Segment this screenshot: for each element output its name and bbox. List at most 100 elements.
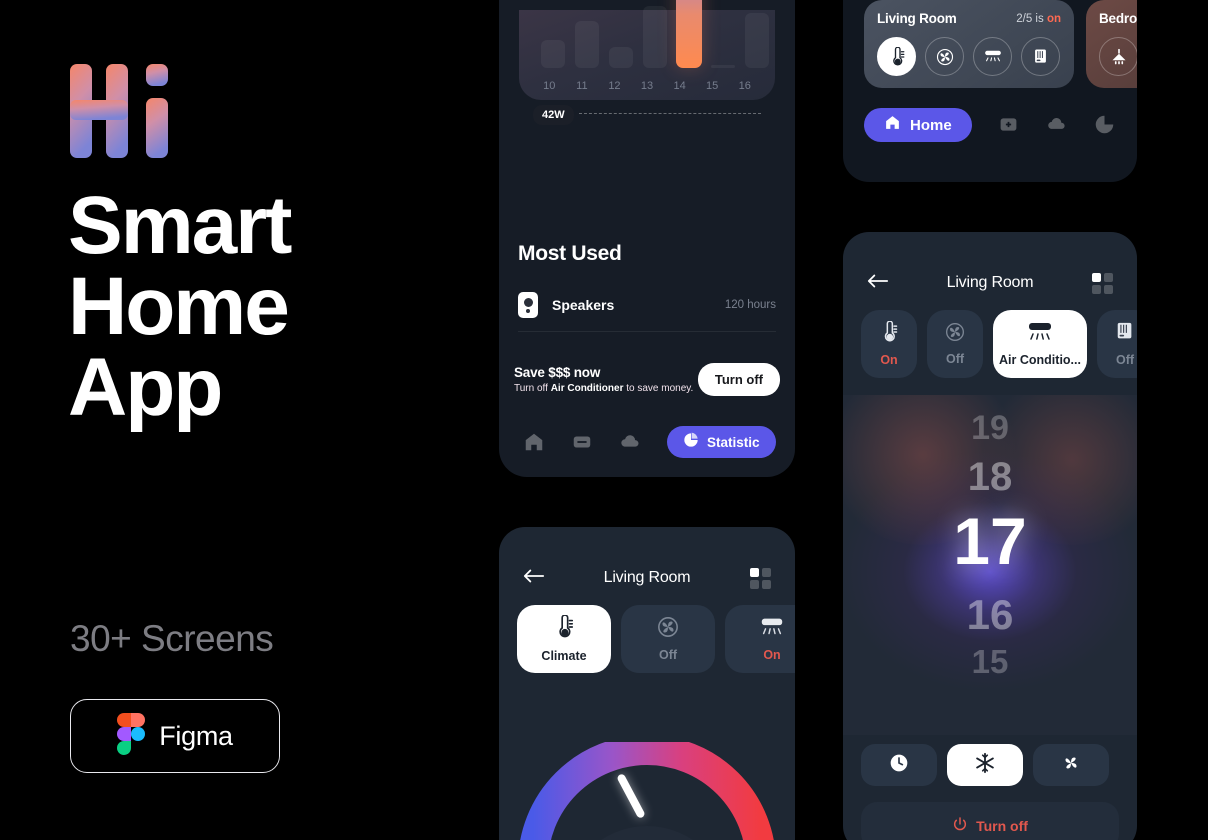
speaker-icon [518, 292, 538, 318]
room-status-on: on [1046, 12, 1061, 25]
promo-title: Save $$$ now [514, 365, 601, 380]
home-icon[interactable] [523, 431, 545, 453]
bottom-navigation: Home [864, 108, 1116, 142]
divider [518, 331, 776, 332]
x-tick: 13 [640, 80, 654, 92]
temperature-option[interactable]: 19 [843, 409, 1137, 448]
x-tick: 15 [706, 80, 719, 92]
device-tile-air-conditioner[interactable]: Air Conditio... [993, 310, 1087, 378]
back-arrow-icon[interactable] [523, 568, 545, 589]
mode-cool[interactable] [947, 744, 1023, 786]
figma-icon [117, 712, 146, 760]
device-tile-fan[interactable]: Off [621, 605, 715, 673]
air-conditioner-icon [759, 616, 785, 643]
chart-bar [711, 65, 735, 68]
fan-icon [945, 322, 965, 347]
fan-icon[interactable] [925, 37, 964, 76]
device-tile-air-conditioner[interactable]: On [725, 605, 795, 673]
air-conditioner-icon[interactable] [973, 37, 1012, 76]
device-tile-label: Off [1115, 353, 1135, 367]
room-card-title: Bedroom [1099, 11, 1137, 26]
promo-banner: Save $$$ now Turn off Air Conditioner to… [499, 352, 795, 407]
device-tile-label: Climate [541, 649, 587, 663]
x-tick: 11 [576, 80, 588, 92]
lamp-icon[interactable] [1099, 37, 1137, 76]
phone-living-room-climate: Living Room Climate Off On [499, 527, 795, 840]
room-status-prefix: 2/5 is [1016, 12, 1047, 25]
room-card-bedroom[interactable]: Bedroom [1086, 0, 1137, 88]
list-item[interactable]: Speakers 120 hours [518, 291, 776, 319]
chart-bar [745, 13, 769, 68]
device-tile-climate[interactable]: On [861, 310, 917, 378]
headline-line-3: App [68, 342, 223, 434]
mode-fan[interactable] [1033, 744, 1109, 786]
statistic-icon [683, 432, 699, 453]
promo-subtitle: Turn off Air Conditioner to save money. [514, 383, 693, 394]
power-icon [952, 816, 968, 837]
headline-line-2: Home [68, 261, 290, 353]
x-tick: 12 [608, 80, 621, 92]
mode-buttons [861, 744, 1109, 786]
bottom-navigation: Statistic [499, 407, 795, 477]
turn-off-button[interactable]: Turn off [697, 363, 780, 396]
mode-timer[interactable] [861, 744, 937, 786]
statistic-icon[interactable] [1094, 114, 1116, 136]
promo-sub-prefix: Turn off [514, 383, 551, 394]
list-item-usage: 120 hours [724, 299, 776, 311]
chart-threshold-line [579, 113, 761, 114]
turn-off-label: Turn off [976, 818, 1028, 834]
grid-view-icon[interactable] [750, 567, 771, 589]
phone-home-screen: Living Room 2/5 is on Bedro Home [843, 0, 1137, 182]
figma-button[interactable]: Figma [70, 699, 280, 773]
promo-text: Save $$$ now Turn off Air Conditioner to… [514, 365, 693, 394]
device-tile-fan[interactable]: Off [927, 310, 983, 378]
x-tick: 16 [738, 80, 751, 92]
room-card-header: Living Room 2/5 is on [877, 11, 1061, 26]
grid-view-icon[interactable] [1092, 272, 1113, 294]
room-card-status: 2/5 is on [1016, 13, 1061, 25]
x-tick: 14 [673, 80, 686, 92]
room-card-title: Living Room [877, 11, 957, 26]
tab-statistic[interactable]: Statistic [667, 426, 776, 458]
device-tile-climate[interactable]: Climate [517, 605, 611, 673]
snowflake-icon [974, 752, 996, 779]
tab-home-label: Home [910, 116, 952, 134]
air-conditioner-icon [1026, 321, 1054, 348]
tab-home[interactable]: Home [864, 108, 972, 142]
heater-icon[interactable] [1021, 37, 1060, 76]
devices-icon[interactable] [571, 431, 593, 453]
chart-bar [609, 47, 633, 68]
temperature-option[interactable]: 15 [843, 643, 1137, 681]
device-tile-label: On [880, 353, 898, 367]
temperature-option[interactable]: 18 [843, 455, 1137, 500]
rooms-carousel: Living Room 2/5 is on Bedro [864, 0, 1137, 88]
turn-off-button[interactable]: Turn off [861, 802, 1119, 840]
cloud-icon[interactable] [1046, 114, 1068, 136]
list-item-label: Speakers [552, 297, 615, 313]
device-tiles: Climate Off On [517, 605, 795, 673]
devices-icon[interactable] [998, 114, 1020, 136]
room-header: Living Room [843, 270, 1137, 296]
thermometer-icon[interactable] [877, 37, 916, 76]
heater-icon [1115, 321, 1135, 348]
x-tick: 10 [543, 80, 556, 92]
temperature-picker[interactable]: 19 18 17 16 15 [843, 395, 1137, 735]
room-device-icons [1099, 37, 1137, 76]
temperature-selected[interactable]: 17 [843, 503, 1137, 579]
chart-bar [541, 40, 565, 68]
temperature-option[interactable]: 16 [843, 591, 1137, 639]
device-tile-label: On [763, 648, 781, 662]
back-arrow-icon[interactable] [867, 273, 889, 294]
room-card-living-room[interactable]: Living Room 2/5 is on [864, 0, 1074, 88]
figma-button-label: Figma [159, 720, 233, 751]
most-used-heading: Most Used [518, 242, 622, 265]
cloud-icon[interactable] [619, 431, 641, 453]
promo-sub-bold: Air Conditioner [550, 383, 624, 394]
headline-line-1: Smart [68, 180, 292, 271]
temperature-gauge[interactable] [499, 722, 795, 840]
chart-bar-highlighted[interactable]: 120W [676, 0, 702, 68]
device-tile-heater[interactable]: Off [1097, 310, 1137, 378]
thermometer-icon [553, 614, 575, 644]
chart-bar [575, 21, 599, 68]
page-title: Smart Home App [68, 180, 488, 434]
